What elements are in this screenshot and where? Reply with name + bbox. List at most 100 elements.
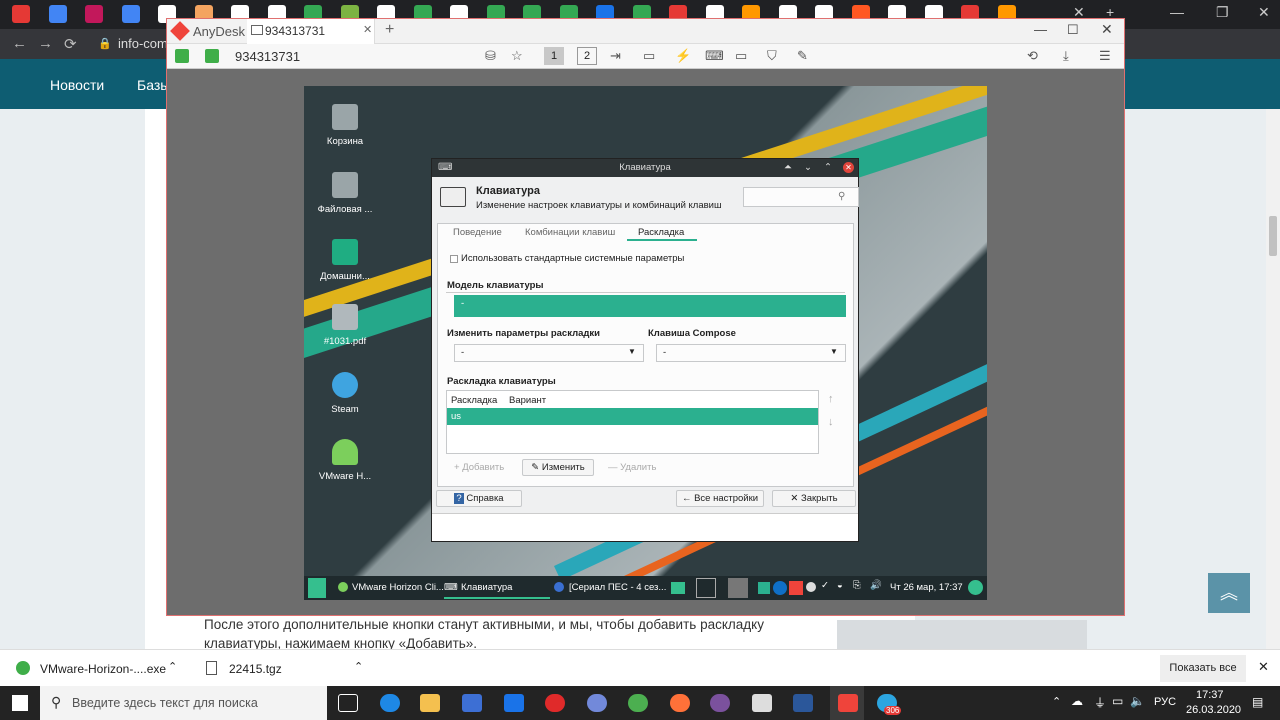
tray-check-icon[interactable]: ✓: [821, 580, 829, 591]
task-serial[interactable]: [Сериал ПЕС - 4 сез...: [569, 582, 666, 593]
language-indicator[interactable]: РУС: [1154, 696, 1176, 708]
anydesk-tray-icon[interactable]: [789, 581, 803, 595]
close-downloads-icon[interactable]: ✕: [1258, 659, 1269, 675]
firefox-icon[interactable]: [670, 694, 690, 712]
remove-button[interactable]: — Удалить: [608, 462, 656, 473]
actions-lightning-icon[interactable]: ⚡: [675, 48, 691, 64]
close-session-icon[interactable]: ✕: [363, 23, 372, 36]
dialog-close-icon[interactable]: ✕: [843, 162, 854, 173]
browser-tab[interactable]: [121, 5, 140, 23]
tray-screen-icon[interactable]: [696, 578, 716, 598]
ad-maximize-icon[interactable]: ☐: [1067, 22, 1079, 38]
browser-tab[interactable]: [48, 5, 67, 23]
minimize-icon[interactable]: —: [1170, 4, 1184, 20]
move-down-icon[interactable]: ↓: [828, 416, 834, 428]
volume-icon[interactable]: 🔈: [1130, 694, 1145, 708]
ad-close-icon[interactable]: ✕: [1101, 21, 1113, 38]
layout-options-select[interactable]: -: [454, 344, 644, 362]
edit-button[interactable]: ✎ Изменить: [522, 459, 594, 476]
chrome-icon[interactable]: [628, 694, 648, 712]
close-button[interactable]: ✕ Закрыть: [772, 490, 856, 507]
discord-icon[interactable]: [587, 694, 607, 712]
browser-tab[interactable]: [85, 5, 103, 23]
network-icon[interactable]: ▭: [1112, 694, 1123, 708]
history-icon[interactable]: ⟲: [1027, 48, 1038, 64]
usb-icon[interactable]: ⏚: [1094, 694, 1106, 711]
word-icon[interactable]: [793, 694, 813, 712]
dialog-minimize-icon[interactable]: ⌄: [804, 159, 812, 177]
move-up-icon[interactable]: ↑: [828, 393, 834, 405]
scrollbar-thumb[interactable]: [1269, 216, 1277, 256]
monitor-2-button[interactable]: 2: [577, 47, 597, 65]
tab-layout[interactable]: Раскладка: [638, 227, 684, 238]
taskbar-time[interactable]: 17:37: [1196, 689, 1224, 701]
favorite-star-icon[interactable]: ☆: [511, 48, 523, 64]
tab-shortcuts[interactable]: Комбинации клавиш: [525, 227, 615, 238]
desktop-icon-home[interactable]: Домашни...: [310, 239, 380, 282]
keyboard-icon[interactable]: ⌨: [705, 48, 724, 64]
ad-minimize-icon[interactable]: —: [1034, 22, 1047, 37]
table-row[interactable]: [447, 408, 818, 425]
edge-icon[interactable]: [380, 694, 400, 712]
explorer-icon[interactable]: [420, 694, 440, 712]
monitor-1-button[interactable]: 1: [544, 47, 564, 65]
manjaro-menu-icon[interactable]: [308, 578, 326, 598]
back-icon[interactable]: ←: [12, 35, 27, 52]
download-item-vmware[interactable]: VMware-Horizon-....exe: [40, 662, 166, 676]
desktop-icon-vmware[interactable]: VMware H...: [310, 439, 380, 482]
tray-circle-icon[interactable]: [806, 582, 816, 592]
taskbar-search-input[interactable]: Введите здесь текст для поиска: [40, 686, 327, 720]
menu-icon[interactable]: ☰: [1099, 48, 1111, 64]
clipboard-icon[interactable]: ⎘: [853, 580, 861, 591]
mail-icon[interactable]: [504, 694, 524, 712]
draw-pen-icon[interactable]: ✎: [797, 48, 808, 64]
dialog-shade-icon[interactable]: ⏶: [784, 159, 792, 177]
scroll-to-top-button[interactable]: ︽: [1208, 573, 1250, 613]
disk-icon[interactable]: ⛁: [485, 48, 496, 64]
power-icon[interactable]: [968, 580, 983, 595]
column-header-layout[interactable]: Раскладка: [451, 395, 497, 406]
show-all-button[interactable]: Показать все: [1160, 655, 1246, 682]
desktop-icon-trash[interactable]: Корзина: [310, 104, 380, 147]
desktop-icon-pdf[interactable]: #1031.pdf: [310, 304, 380, 347]
keyboard-model-select[interactable]: -: [454, 295, 846, 317]
help-button[interactable]: ? Справка: [436, 490, 522, 507]
forward-icon[interactable]: →: [38, 35, 53, 52]
chevron-up-icon[interactable]: ⌃: [354, 660, 363, 673]
compose-key-select[interactable]: -: [656, 344, 846, 362]
tray-keyboard-icon[interactable]: [728, 578, 748, 598]
photos-icon[interactable]: [752, 694, 772, 712]
reload-icon[interactable]: ⟳: [64, 35, 77, 53]
store-icon[interactable]: [462, 694, 482, 712]
download-icon[interactable]: ⤓: [1063, 48, 1069, 64]
browser-tab[interactable]: [12, 5, 30, 23]
cloud-icon[interactable]: ☁: [1071, 694, 1083, 708]
anydesk-icon[interactable]: [838, 694, 858, 712]
opera-icon[interactable]: [545, 694, 565, 712]
tray-green-icon[interactable]: [671, 582, 685, 594]
show-hidden-icons-icon[interactable]: ⌃: [1052, 695, 1061, 708]
display-icon[interactable]: ▭: [735, 48, 747, 64]
tab-behavior[interactable]: Поведение: [453, 227, 502, 238]
notifications-icon[interactable]: ▤: [1252, 695, 1263, 709]
url-text[interactable]: info-com: [118, 36, 168, 51]
download-item-tgz[interactable]: 22415.tgz: [229, 662, 282, 676]
session-tab-label[interactable]: 934313731: [265, 24, 325, 38]
add-button[interactable]: + Добавить: [454, 462, 504, 473]
page-scrollbar[interactable]: [1266, 109, 1280, 649]
add-tab-icon[interactable]: +: [385, 21, 394, 39]
chevron-up-icon[interactable]: ⌃: [168, 660, 177, 673]
viber-icon[interactable]: [710, 694, 730, 712]
chat-icon[interactable]: ▭: [643, 48, 655, 64]
dialog-maximize-icon[interactable]: ⌃: [824, 159, 832, 177]
nav-news[interactable]: Новости: [50, 77, 104, 93]
all-settings-button[interactable]: ← Все настройки: [676, 490, 764, 507]
taskbar-date[interactable]: 26.03.2020: [1186, 704, 1241, 716]
close-window-icon[interactable]: ✕: [1258, 4, 1270, 21]
wifi-icon[interactable]: ◒: [837, 580, 843, 591]
tray-update-icon[interactable]: [758, 582, 770, 594]
task-view-icon[interactable]: [338, 694, 358, 712]
desktop-icon-steam[interactable]: Steam: [310, 372, 380, 415]
task-keyboard[interactable]: Клавиатура: [461, 582, 512, 593]
volume-icon[interactable]: 🔊: [870, 580, 882, 591]
